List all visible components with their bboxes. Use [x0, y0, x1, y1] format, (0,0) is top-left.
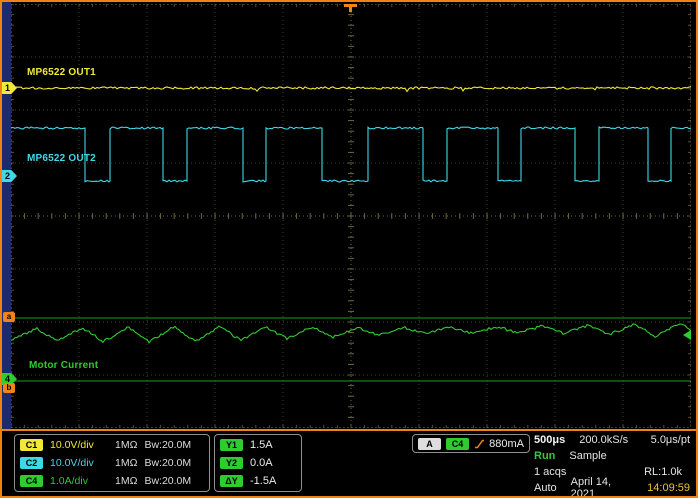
acquisition-state-row[interactable]: Run Sample	[534, 448, 690, 464]
trigger-level-icon	[683, 330, 691, 340]
cursor-delta-badge[interactable]: ΔY	[220, 475, 243, 487]
ch4-waveform-label: Motor Current	[29, 360, 98, 371]
cursor-y2-row[interactable]: Y2 0.0A	[215, 454, 301, 472]
resolution-value: 5.0μs/pt	[651, 434, 690, 446]
date-text: April 14, 2021	[571, 476, 634, 498]
ch2-bandwidth: Bw:20.0M	[144, 457, 191, 469]
horizontal-settings-row[interactable]: 500μs 200.0kS/s 5.0μs/pt	[534, 432, 690, 448]
ch1-bandwidth: Bw:20.0M	[144, 439, 191, 451]
cursor-y1-badge[interactable]: Y1	[220, 439, 243, 451]
ch2-scale: 10.0V/div	[50, 457, 108, 469]
ch2-impedance: 1MΩ	[115, 457, 137, 469]
ch1-scale: 10.0V/div	[50, 439, 108, 451]
cursor-y2-badge[interactable]: Y2	[220, 457, 243, 469]
cursor-y2-value: 0.0A	[250, 457, 273, 469]
ch2-readout-row[interactable]: C2 10.0V/div 1MΩ Bw:20.0M	[15, 454, 209, 472]
ch1-waveform-label: MP6522 OUT1	[27, 67, 96, 78]
cursor-b-marker[interactable]: b	[3, 383, 15, 393]
graticule: MP6522 OUT1 MP6522 OUT2 Motor Current	[11, 4, 691, 428]
status-row: Auto April 14, 2021 14:09:59	[534, 480, 690, 496]
ch1-readout-row[interactable]: C1 10.0V/div 1MΩ Bw:20.0M	[15, 436, 209, 454]
cursor-y1-row[interactable]: Y1 1.5A	[215, 436, 301, 454]
cursor-a-marker[interactable]: a	[3, 312, 15, 322]
cursor-delta-row[interactable]: ΔY -1.5A	[215, 472, 301, 490]
trigger-position-icon	[344, 4, 357, 12]
oscilloscope-screen: MP6522 OUT1 MP6522 OUT2 Motor Current 1 …	[0, 0, 698, 498]
ch4-readout-row[interactable]: C4 1.0A/div 1MΩ Bw:20.0M	[15, 472, 209, 490]
ch2-badge[interactable]: C2	[20, 457, 43, 469]
ch4-scale: 1.0A/div	[50, 475, 108, 487]
acquisition-mode: Sample	[569, 450, 606, 462]
sample-rate-value: 200.0kS/s	[579, 434, 628, 446]
ch1-impedance: 1MΩ	[115, 439, 137, 451]
trigger-source-badge[interactable]: C4	[446, 438, 469, 450]
record-length: RL:1.0k	[644, 466, 682, 478]
waveform-display	[11, 4, 691, 428]
ch1-badge[interactable]: C1	[20, 439, 43, 451]
rising-edge-icon	[474, 438, 484, 450]
ch4-bandwidth: Bw:20.0M	[144, 475, 191, 487]
readout-bar: C1 10.0V/div 1MΩ Bw:20.0M C2 10.0V/div 1…	[2, 431, 696, 496]
cursor-readouts-box: Y1 1.5A Y2 0.0A ΔY -1.5A	[214, 434, 302, 492]
trigger-readout-box[interactable]: A C4 880mA	[412, 434, 530, 453]
trigger-readout-row: A C4 880mA	[413, 435, 529, 452]
ch4-badge[interactable]: C4	[20, 475, 43, 487]
trigger-mode-badge[interactable]: A	[418, 438, 441, 450]
trigger-level-value: 880mA	[489, 438, 524, 450]
trigger-mode-status: Auto	[534, 482, 557, 494]
cursor-delta-value: -1.5A	[250, 475, 276, 487]
acquisition-count: 1 acqs	[534, 466, 566, 478]
left-rail	[2, 2, 11, 496]
horizontal-acquisition-block: 500μs 200.0kS/s 5.0μs/pt Run Sample 1 ac…	[534, 432, 690, 496]
run-status: Run	[534, 450, 555, 462]
cursor-y1-value: 1.5A	[250, 439, 273, 451]
time-text: 14:09:59	[647, 482, 690, 494]
timebase-value: 500μs	[534, 434, 565, 446]
ch2-waveform-label: MP6522 OUT2	[27, 153, 96, 164]
channel-readouts-box: C1 10.0V/div 1MΩ Bw:20.0M C2 10.0V/div 1…	[14, 434, 210, 492]
ch4-impedance: 1MΩ	[115, 475, 137, 487]
